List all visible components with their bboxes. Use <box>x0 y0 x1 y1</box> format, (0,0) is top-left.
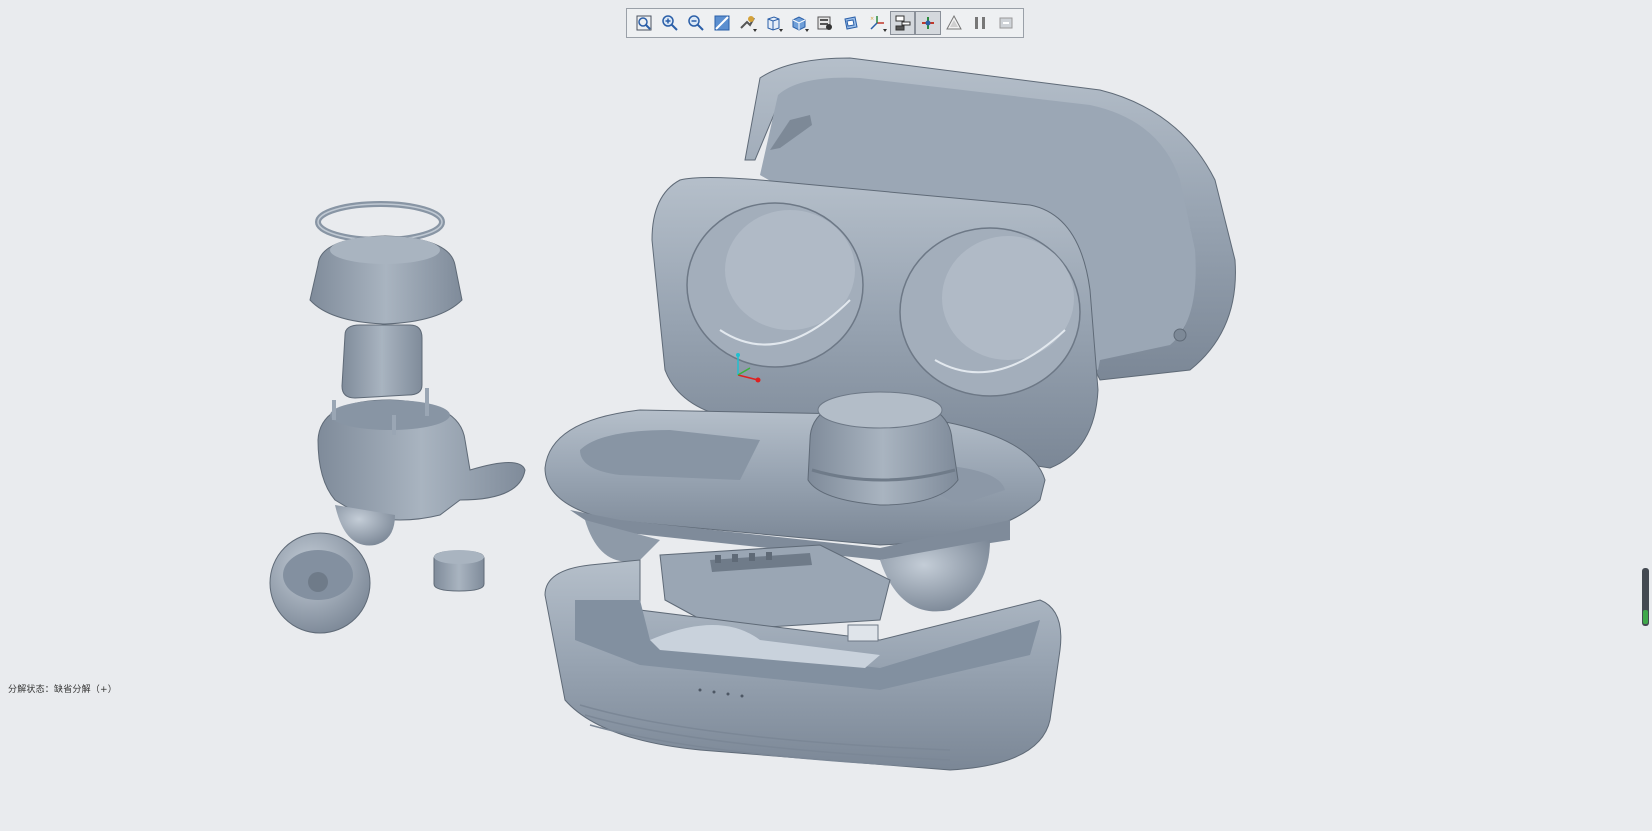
datum-display-button[interactable]: × <box>864 11 890 35</box>
explode-view-icon <box>895 15 911 31</box>
refit-view-button[interactable] <box>631 11 657 35</box>
spin-center-icon <box>999 17 1013 29</box>
view-manager-button[interactable] <box>812 11 838 35</box>
perspective-view-button[interactable] <box>838 11 864 35</box>
progress-indicator[interactable] <box>1642 568 1649 626</box>
pause-icon <box>975 17 986 29</box>
refit-view-icon <box>636 15 652 31</box>
earbud-top-shell[interactable] <box>309 235 463 325</box>
view-manager-icon <box>817 16 832 30</box>
explode-state-label: 分解状态：缺省分解（+） <box>8 685 117 695</box>
edit-position-button[interactable] <box>915 11 942 35</box>
annotation-display-button[interactable] <box>941 11 967 35</box>
zoom-in-icon <box>662 15 678 31</box>
edit-position-icon <box>922 17 935 29</box>
zoom-in-button[interactable] <box>657 11 683 35</box>
model-viewport[interactable] <box>0 0 1652 831</box>
annotation-display-icon <box>946 14 963 30</box>
display-style-button[interactable] <box>786 11 812 35</box>
svg-text:×: × <box>870 16 874 22</box>
ear-tip[interactable] <box>269 532 371 634</box>
view-toolbar: × <box>626 8 1024 38</box>
progress-indicator-fill <box>1643 610 1648 624</box>
spin-center-button[interactable] <box>993 11 1019 35</box>
earbud-right[interactable] <box>807 391 959 506</box>
pause-button[interactable] <box>967 11 993 35</box>
perspective-view-icon <box>844 16 858 30</box>
earbud-cap-ring[interactable] <box>315 201 445 243</box>
saved-orientations-button[interactable] <box>760 11 786 35</box>
repaint-icon <box>714 15 729 31</box>
zoom-out-button[interactable] <box>683 11 709 35</box>
earbud-battery-cell[interactable] <box>341 324 423 399</box>
zoom-out-icon <box>687 15 704 31</box>
reorient-button[interactable] <box>734 11 760 35</box>
earbud-body[interactable] <box>317 388 526 546</box>
explode-view-button[interactable] <box>889 11 916 35</box>
earbud-speaker-disc[interactable] <box>433 550 485 592</box>
repaint-button[interactable] <box>709 11 735 35</box>
